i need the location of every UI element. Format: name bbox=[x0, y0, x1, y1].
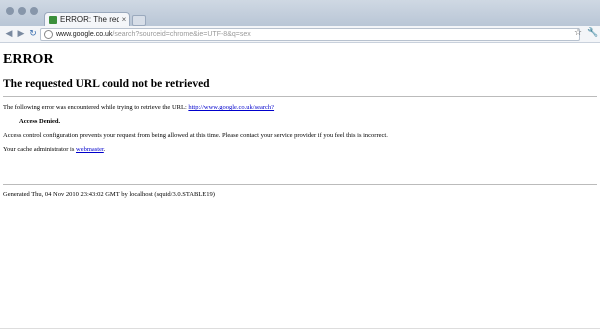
browser-tab[interactable]: ERROR: The requeste... × bbox=[44, 12, 130, 26]
bookmark-star-icon[interactable]: ☆ bbox=[574, 28, 584, 38]
admin-text: Your cache administrator is bbox=[3, 146, 76, 153]
window-close-button[interactable] bbox=[30, 7, 38, 15]
favicon-icon bbox=[49, 15, 57, 24]
page-info-icon[interactable] bbox=[44, 30, 53, 39]
admin-line: Your cache administrator is webmaster. bbox=[3, 146, 597, 153]
browser-tab-strip: ERROR: The requeste... × bbox=[0, 0, 600, 27]
error-url-link[interactable]: http://www.google.co.uk/search? bbox=[188, 104, 274, 111]
back-button[interactable]: ◀ bbox=[4, 29, 14, 39]
divider bbox=[3, 96, 597, 97]
window-controls bbox=[6, 7, 38, 15]
error-title: Access Denied. bbox=[19, 118, 61, 125]
generated-footer: Generated Thu, 04 Nov 2010 23:43:02 GMT … bbox=[3, 191, 215, 198]
page-title: ERROR bbox=[3, 52, 54, 67]
error-intro: The following error was encountered whil… bbox=[3, 104, 597, 111]
error-intro-text: The following error was encountered whil… bbox=[3, 104, 189, 111]
page-content: ERROR The requested URL could not be ret… bbox=[3, 50, 597, 198]
bottom-divider bbox=[0, 328, 600, 329]
reload-button[interactable]: ↻ bbox=[28, 29, 38, 39]
window-minimize-button[interactable] bbox=[6, 7, 14, 15]
browser-toolbar: ◀ ▶ ↻ www.google.co.uk /search?sourceid=… bbox=[0, 26, 600, 43]
error-description: Access control configuration prevents yo… bbox=[3, 132, 388, 139]
page-subtitle: The requested URL could not be retrieved bbox=[3, 78, 210, 90]
new-tab-button[interactable] bbox=[132, 15, 146, 26]
wrench-menu-icon[interactable]: 🔧 bbox=[587, 28, 598, 38]
forward-button[interactable]: ▶ bbox=[16, 29, 26, 39]
admin-suffix: . bbox=[103, 146, 106, 153]
address-domain: www.google.co.uk bbox=[56, 31, 113, 38]
window-maximize-button[interactable] bbox=[18, 7, 26, 15]
address-path: /search?sourceid=chrome&ie=UTF-8&q=sex bbox=[112, 31, 251, 38]
tab-title: ERROR: The requeste... bbox=[60, 15, 119, 24]
tab-close-icon[interactable]: × bbox=[119, 15, 129, 24]
divider bbox=[3, 184, 597, 185]
webmaster-link[interactable]: webmaster bbox=[76, 146, 104, 153]
address-bar[interactable]: www.google.co.uk /search?sourceid=chrome… bbox=[40, 28, 580, 41]
